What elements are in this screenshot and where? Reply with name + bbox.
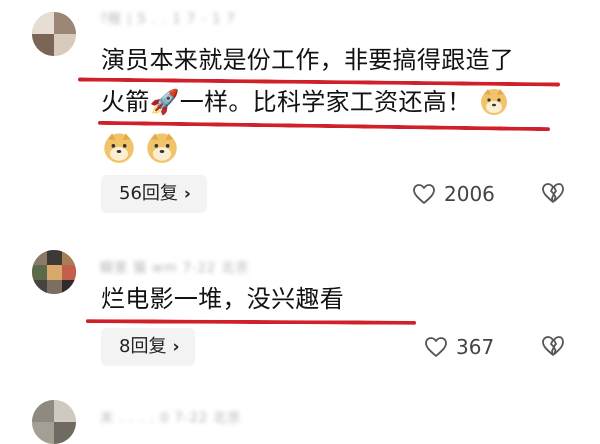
emoji-row (102, 130, 179, 164)
highlight-underline (85, 319, 417, 325)
comment-text-line: 烂电影一堆，没兴趣看 (101, 285, 344, 313)
comment-meta: ?程 | 5 . . 1 7 - 1 7 (100, 12, 236, 26)
replies-button[interactable]: 56回复 › (101, 175, 207, 213)
replies-label: 56回复 (119, 183, 178, 204)
avatar[interactable] (32, 12, 76, 56)
dislike-button[interactable] (541, 181, 565, 209)
like-button[interactable]: 367 (424, 332, 494, 362)
chevron-right-icon: › (183, 184, 191, 204)
avatar[interactable] (32, 400, 76, 444)
replies-label: 8回复 (119, 336, 167, 357)
like-button[interactable]: 2006 (412, 179, 495, 209)
comment-text-line: 演员本来就是份工作，非要搞得跟造了 (101, 46, 515, 74)
heart-outline-icon (413, 184, 435, 204)
replies-button[interactable]: 8回复 › (101, 328, 196, 366)
doge-emoji (479, 86, 509, 116)
broken-heart-icon (542, 183, 564, 203)
heart-outline-icon (425, 337, 447, 357)
like-count: 367 (456, 335, 495, 359)
comment-text-line: 火箭🚀一样。比科学家工资还高！ (101, 86, 509, 118)
like-count: 2006 (444, 182, 495, 206)
comment-meta: 糊里 猫 wm 7-22 北京 (100, 261, 250, 275)
doge-emoji (102, 130, 136, 164)
dislike-button[interactable] (541, 334, 565, 362)
doge-emoji (145, 130, 179, 164)
comment-meta: 关 . . . . 0 7-22 北京 (100, 411, 242, 425)
avatar[interactable] (32, 250, 76, 294)
broken-heart-icon (542, 336, 564, 356)
chevron-right-icon: › (172, 337, 180, 357)
